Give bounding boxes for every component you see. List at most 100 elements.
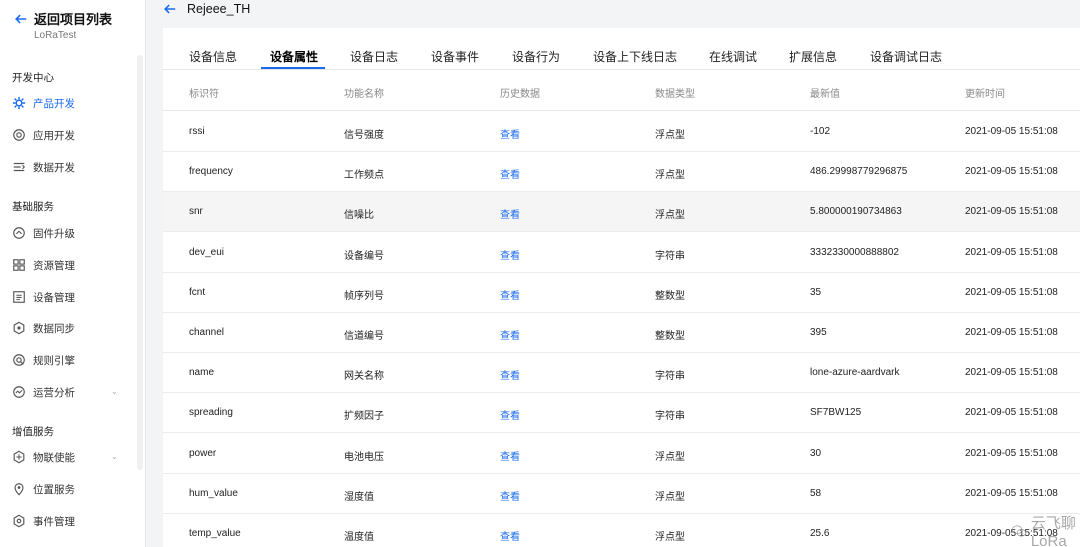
cell-data-type: 字符串 [655, 250, 685, 262]
sync-icon [13, 321, 25, 335]
view-history-link[interactable]: 查看 [500, 327, 520, 342]
column-header: 功能名称 [344, 89, 384, 100]
cell-update-time: 2021-09-05 15:51:08 [965, 126, 1058, 137]
sidebar-item-app-dev[interactable]: 应用开发 [12, 126, 75, 144]
tab-online-debug[interactable]: 在线调试 [709, 48, 757, 65]
tab-device-info[interactable]: 设备信息 [189, 48, 237, 65]
watermark: 云飞聊LoRa [1011, 512, 1080, 547]
cell-data-type: 浮点型 [655, 130, 685, 141]
cell-latest-value: lone-azure-aardvark [810, 367, 900, 379]
cell-latest-value: 25.6 [810, 528, 830, 539]
tab-device-properties[interactable]: 设备属性 [270, 48, 318, 65]
cell-latest-value: -102 [810, 126, 831, 137]
view-history-link[interactable]: 查看 [500, 247, 520, 262]
device-title: Rejeee_TH [187, 2, 251, 16]
cell-identifier: power [189, 447, 217, 459]
tab-debug-logs[interactable]: 设备调试日志 [870, 48, 942, 65]
view-history-link[interactable]: 查看 [500, 488, 520, 503]
view-history-link[interactable]: 查看 [500, 166, 520, 181]
cell-function-name: 信道编号 [344, 331, 384, 342]
table-row: temp_value 温度值 查看 浮点型 25.6 2021-09-05 15:51:0… [163, 514, 1080, 547]
cell-update-time: 2021-09-05 15:51:08 [965, 206, 1058, 218]
device-icon [13, 291, 25, 303]
back-to-projects[interactable]: 返回项目列表 [14, 9, 112, 28]
resource-icon [13, 259, 25, 271]
sidebar-item-firmware[interactable]: 固件升级 [12, 224, 75, 242]
column-header: 更新时间 [965, 89, 1005, 100]
cell-function-name: 设备编号 [344, 250, 384, 262]
sidebar-item-product-dev[interactable]: 产品开发 [12, 94, 75, 112]
sidebar-item-analytics[interactable]: 运营分析 [12, 383, 75, 401]
sidebar: 返回项目列表 LoRaTest 开发中心 产品开发 应用开发 数据开发 基础服务… [0, 0, 146, 547]
section-basic-services: 基础服务 [12, 201, 54, 213]
back-label[interactable]: 返回项目列表 [34, 9, 112, 28]
cell-function-name: 信噪比 [344, 210, 374, 222]
view-history-link[interactable]: 查看 [500, 206, 520, 221]
cell-function-name: 工作频点 [344, 170, 384, 182]
cell-data-type: 浮点型 [655, 210, 685, 222]
sidebar-item-device[interactable]: 设备管理 [12, 288, 75, 306]
tab-device-logs[interactable]: 设备日志 [350, 48, 398, 65]
view-history-link[interactable]: 查看 [500, 126, 520, 141]
table-row: frequency 工作频点 查看 浮点型 486.29998779296875 2021… [163, 152, 1080, 193]
tab-online-offline-logs[interactable]: 设备上下线日志 [593, 48, 677, 65]
sidebar-scrollbar[interactable] [137, 55, 143, 470]
device-detail-panel: 设备信息 设备属性 设备日志 设备事件 设备行为 设备上下线日志 在线调试 扩展… [163, 28, 1080, 547]
tab-extended-info[interactable]: 扩展信息 [789, 48, 837, 65]
section-value-added: 增值服务 [12, 426, 54, 438]
sidebar-item-label: 数据同步 [33, 322, 75, 335]
cell-identifier: channel [189, 327, 225, 338]
cell-data-type: 浮点型 [655, 170, 685, 182]
cell-update-time: 2021-09-05 15:51:08 [965, 327, 1058, 338]
cell-data-type: 整数型 [655, 331, 685, 342]
view-history-link[interactable]: 查看 [500, 448, 520, 463]
firmware-icon [13, 227, 25, 239]
table-row: rssi 信号强度 查看 浮点型 -102 2021-09-05 15:51:08 [163, 112, 1080, 152]
event-icon [13, 514, 25, 528]
tab-device-events[interactable]: 设备事件 [431, 48, 479, 65]
cell-update-time: 2021-09-05 15:51:08 [965, 166, 1058, 178]
arrow-left-icon[interactable] [163, 2, 177, 16]
wechat-icon [1011, 525, 1027, 537]
view-history-link[interactable]: 查看 [500, 367, 520, 382]
cell-identifier: hum_value [189, 487, 238, 499]
cell-latest-value: SF7BW125 [810, 407, 862, 419]
cell-identifier: temp_value [189, 528, 241, 539]
sidebar-item-resource[interactable]: 资源管理 [12, 256, 75, 274]
sidebar-item-label: 产品开发 [33, 97, 75, 110]
table-row: hum_value 湿度值 查看 浮点型 58 2021-09-05 15:51:08 [163, 473, 1080, 514]
cell-update-time: 2021-09-05 15:51:08 [965, 367, 1058, 379]
cell-latest-value: 3332330000888802 [810, 246, 899, 258]
section-dev-center: 开发中心 [12, 72, 54, 84]
sidebar-item-label: 规则引擎 [33, 354, 75, 367]
tab-bar: 设备信息 设备属性 设备日志 设备事件 设备行为 设备上下线日志 在线调试 扩展… [163, 28, 1080, 70]
cell-function-name: 信号强度 [344, 130, 384, 141]
cell-function-name: 网关名称 [344, 371, 384, 383]
sidebar-item-location[interactable]: 位置服务 [12, 480, 75, 498]
sidebar-item-sync[interactable]: 数据同步 [12, 319, 75, 337]
chevron-down-icon[interactable]: ⌄ [111, 452, 118, 461]
cell-latest-value: 35 [810, 286, 822, 298]
view-history-link[interactable]: 查看 [500, 287, 520, 302]
location-icon [14, 483, 24, 496]
column-header: 数据类型 [655, 89, 695, 100]
cell-latest-value: 5.800000190734863 [810, 206, 902, 218]
tab-device-behavior[interactable]: 设备行为 [512, 48, 560, 65]
sidebar-item-event[interactable]: 事件管理 [12, 512, 75, 530]
sidebar-item-data-dev[interactable]: 数据开发 [12, 158, 75, 176]
project-name: LoRaTest [34, 30, 77, 41]
chevron-down-icon[interactable]: ⌄ [111, 387, 118, 396]
table-row: power 电池电压 查看 浮点型 30 2021-09-05 15:51:08 [163, 433, 1080, 474]
view-history-link[interactable]: 查看 [500, 528, 520, 543]
table-header: 标识符 功能名称 历史数据 数据类型 最新值 更新时间 [163, 71, 1080, 111]
cell-data-type: 字符串 [655, 371, 685, 383]
view-history-link[interactable]: 查看 [500, 407, 520, 422]
sidebar-item-iot-enable[interactable]: 物联使能 [12, 448, 75, 466]
sidebar-item-label: 设备管理 [33, 291, 75, 304]
sidebar-item-label: 物联使能 [33, 451, 75, 464]
cell-update-time: 2021-09-05 15:51:08 [965, 246, 1058, 258]
sidebar-item-rules[interactable]: 规则引擎 [12, 351, 75, 369]
cell-identifier: frequency [189, 166, 233, 178]
cell-function-name: 湿度值 [344, 491, 374, 503]
cell-function-name: 温度值 [344, 532, 374, 543]
